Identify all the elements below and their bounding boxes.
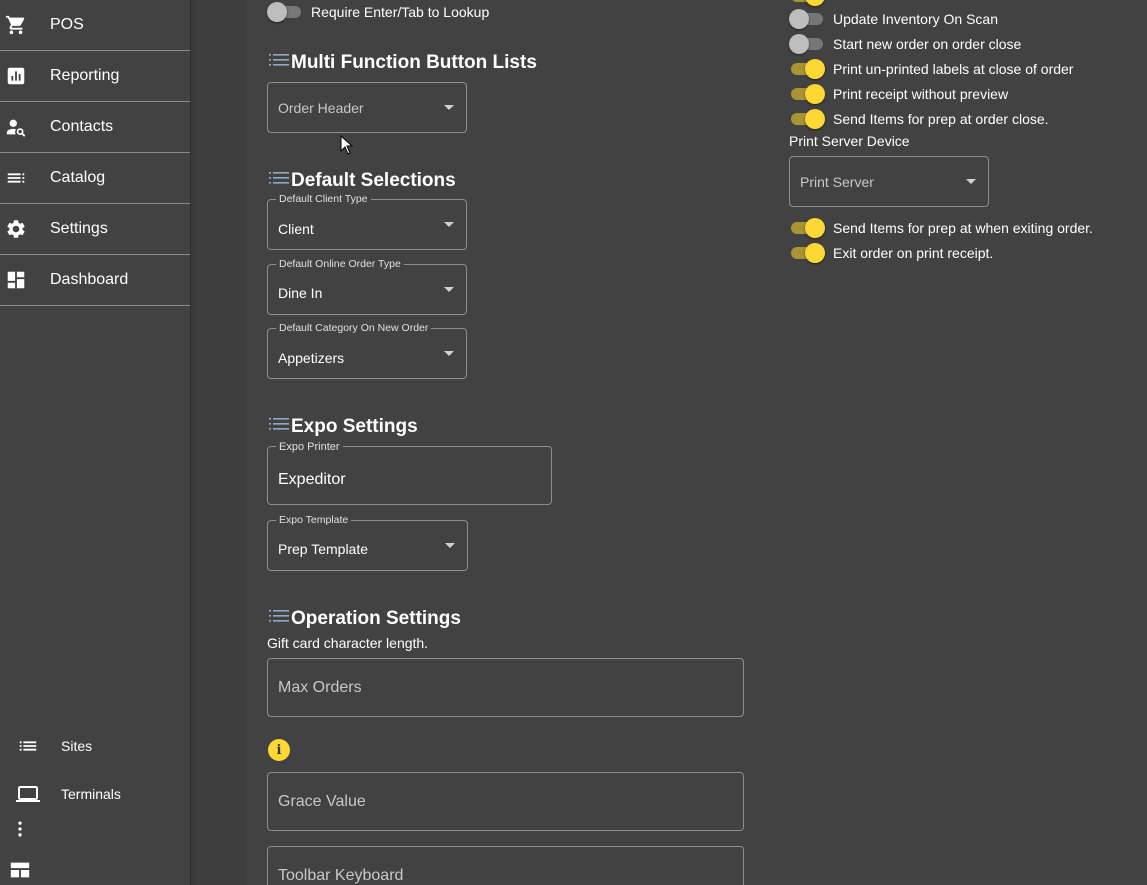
chevron-down-icon (445, 543, 455, 548)
expo-template-select[interactable]: Expo Template Prep Template (267, 514, 468, 571)
chevron-down-icon (444, 105, 454, 110)
list-heading-icon (269, 418, 289, 430)
sidebar-item-pos[interactable]: POS (0, 0, 190, 51)
default-selections-heading: Default Selections (268, 168, 456, 194)
layout-icon[interactable] (9, 859, 31, 881)
partial-toggle[interactable] (789, 0, 825, 6)
print-labels-label: Print un-printed labels at close of orde… (833, 61, 1074, 77)
mouse-cursor-icon (340, 135, 354, 155)
print-receipt-label: Print receipt without preview (833, 86, 1009, 102)
sidebar-item-label: POS (50, 16, 84, 33)
sidebar-item-reporting[interactable]: Reporting (0, 51, 190, 102)
update-inventory-toggle[interactable] (789, 9, 825, 29)
dashboard-icon (5, 269, 27, 291)
more-vert-icon[interactable] (10, 819, 30, 839)
sidebar-item-label: Sites (61, 738, 93, 754)
sidebar: POS Reporting Contacts Catalog Settings … (0, 0, 190, 885)
start-new-order-label: Start new order on order close (833, 36, 1022, 52)
print-server-device-label: Print Server Device (789, 133, 910, 149)
grace-value-input[interactable]: Grace Value (267, 772, 744, 831)
info-icon[interactable]: i (268, 739, 290, 761)
chevron-down-icon (966, 179, 976, 184)
gift-card-length-label: Gift card character length. (267, 635, 429, 651)
sidebar-item-label: Terminals (61, 786, 121, 802)
list-icon (5, 167, 27, 189)
sidebar-item-label: Reporting (50, 67, 120, 84)
toolbar-keyboard-input[interactable]: Toolbar Keyboard (267, 846, 744, 885)
print-server-select[interactable]: Print Server (789, 156, 989, 207)
operation-settings-heading: Operation Settings (268, 606, 461, 632)
require-enter-label: Require Enter/Tab to Lookup (311, 4, 490, 20)
require-enter-toggle[interactable] (267, 2, 303, 22)
multi-function-heading: Multi Function Button Lists (268, 50, 537, 76)
sidebar-item-label: Dashboard (50, 271, 129, 288)
sidebar-item-terminals[interactable]: Terminals (0, 779, 190, 809)
print-labels-toggle[interactable] (789, 59, 825, 79)
sidebar-item-contacts[interactable]: Contacts (0, 102, 190, 153)
sidebar-item-dashboard[interactable]: Dashboard (0, 255, 190, 306)
default-online-order-type-select[interactable]: Default Online Order Type Dine In (267, 258, 467, 315)
chevron-down-icon (444, 287, 454, 292)
update-inventory-label: Update Inventory On Scan (833, 11, 998, 27)
content-gutter (196, 0, 246, 885)
sidebar-item-catalog[interactable]: Catalog (0, 153, 190, 204)
send-prep-close-toggle[interactable] (789, 109, 825, 129)
send-prep-close-label: Send Items for prep at order close. (833, 111, 1049, 127)
start-new-order-toggle[interactable] (789, 34, 825, 54)
list-heading-icon (269, 610, 289, 622)
sidebar-item-settings[interactable]: Settings (0, 204, 190, 255)
list-heading-icon (269, 54, 289, 66)
sidebar-item-label: Settings (50, 220, 108, 237)
max-orders-input[interactable]: Max Orders (267, 658, 744, 717)
list-icon (16, 734, 40, 758)
cart-icon (5, 14, 27, 36)
send-prep-exit-label: Send Items for prep at when exiting orde… (833, 220, 1093, 236)
chevron-down-icon (444, 351, 454, 356)
list-heading-icon (269, 172, 289, 184)
default-category-select[interactable]: Default Category On New Order Appetizers (267, 322, 467, 379)
gear-icon (5, 218, 27, 240)
sidebar-item-label: Catalog (50, 169, 106, 186)
report-icon (5, 65, 27, 87)
multi-function-select[interactable]: Order Header (267, 82, 467, 133)
exit-on-print-toggle[interactable] (789, 243, 825, 263)
default-client-type-select[interactable]: Default Client Type Client (267, 193, 467, 250)
laptop-icon (16, 782, 40, 806)
sidebar-item-sites[interactable]: Sites (0, 731, 190, 761)
expo-printer-field[interactable]: Expo Printer Expeditor (267, 441, 552, 505)
sidebar-item-label: Contacts (50, 118, 114, 135)
exit-on-print-label: Exit order on print receipt. (833, 245, 994, 261)
print-receipt-toggle[interactable] (789, 84, 825, 104)
contact-search-icon (5, 116, 27, 138)
expo-settings-heading: Expo Settings (268, 414, 418, 440)
send-prep-exit-toggle[interactable] (789, 218, 825, 238)
chevron-down-icon (444, 222, 454, 227)
